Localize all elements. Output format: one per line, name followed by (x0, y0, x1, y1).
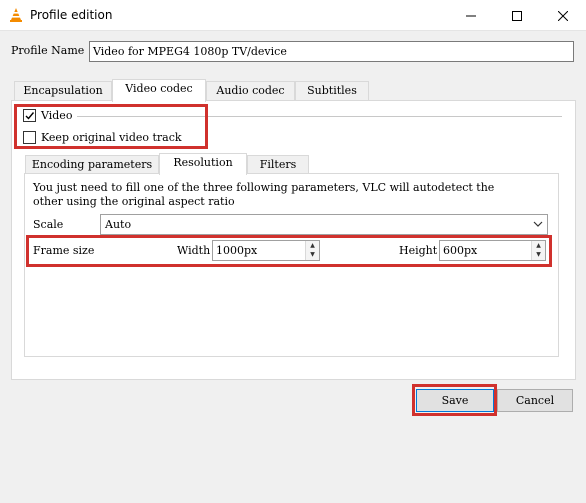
height-label: Height (399, 244, 438, 257)
keep-original-label: Keep original video track (41, 131, 182, 144)
height-spinbox[interactable]: 600px ▲ ▼ (439, 240, 546, 261)
width-value: 1000px (216, 244, 258, 257)
group-divider (77, 116, 562, 117)
height-value: 600px (443, 244, 478, 257)
tab-resolution[interactable]: Resolution (159, 153, 247, 175)
cancel-button[interactable]: Cancel (497, 389, 573, 412)
frame-size-label: Frame size (33, 244, 95, 257)
scale-select[interactable]: Auto (100, 214, 548, 235)
resolution-hint: You just need to fill one of the three f… (33, 181, 495, 194)
profile-name-label: Profile Name (11, 44, 85, 57)
video-checkbox-label: Video (41, 109, 73, 122)
tab-subtitles[interactable]: Subtitles (295, 81, 369, 101)
tab-video-codec[interactable]: Video codec (112, 79, 206, 102)
maximize-icon (512, 10, 522, 21)
arrow-up-icon: ▲ (536, 242, 541, 249)
save-button[interactable]: Save (416, 389, 494, 412)
resolution-hint-2: other using the original aspect ratio (33, 195, 235, 208)
video-checkbox[interactable] (23, 109, 36, 122)
tab-encoding-parameters[interactable]: Encoding parameters (25, 155, 159, 174)
checkmark-icon (25, 112, 35, 120)
scale-label: Scale (33, 218, 64, 231)
scale-select-value: Auto (105, 218, 132, 231)
tab-filters[interactable]: Filters (247, 155, 309, 174)
window-title: Profile edition (30, 8, 113, 22)
profile-name-input[interactable]: Video for MPEG4 1080p TV/device (89, 41, 574, 62)
height-stepper[interactable]: ▲ ▼ (531, 241, 545, 260)
keep-original-checkbox[interactable] (23, 131, 36, 144)
minimize-icon (466, 15, 476, 16)
tab-audio-codec[interactable]: Audio codec (206, 81, 295, 101)
chevron-down-icon (533, 221, 543, 227)
arrow-up-icon: ▲ (310, 242, 315, 249)
minimize-button[interactable] (448, 0, 494, 31)
close-button[interactable] (540, 0, 586, 31)
arrow-down-icon: ▼ (310, 251, 315, 258)
close-icon (558, 10, 568, 21)
width-stepper[interactable]: ▲ ▼ (305, 241, 319, 260)
vlc-cone-icon (8, 7, 24, 23)
maximize-button[interactable] (494, 0, 540, 31)
tab-encapsulation[interactable]: Encapsulation (14, 81, 112, 101)
arrow-down-icon: ▼ (536, 251, 541, 258)
width-spinbox[interactable]: 1000px ▲ ▼ (212, 240, 320, 261)
width-label: Width (177, 244, 211, 257)
